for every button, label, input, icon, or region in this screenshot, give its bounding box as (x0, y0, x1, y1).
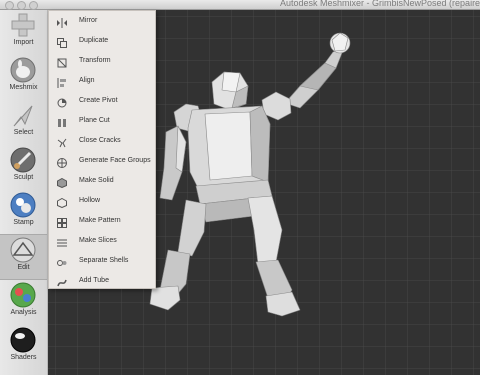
meshmix-bunny-icon (10, 57, 36, 83)
menu-label: Mirror (79, 17, 98, 24)
toolbar-analysis[interactable]: Analysis (0, 280, 47, 324)
plane-cut-icon (58, 119, 66, 127)
menu-label: Add Tube (79, 277, 109, 284)
menu-item-create-pivot[interactable]: Create Pivot (49, 93, 155, 113)
menu-label: Create Pivot (79, 97, 118, 104)
menu-label: Align (79, 77, 95, 84)
toolbar-meshmix[interactable]: Meshmix (0, 55, 47, 99)
zoom-window-button[interactable] (29, 1, 38, 10)
stamp-icon (10, 192, 36, 218)
toolbar-edit[interactable]: Edit (0, 234, 47, 280)
toolbar-label-analysis: Analysis (10, 309, 37, 316)
menu-label: Duplicate (79, 37, 109, 44)
menu-label: Transform (79, 57, 111, 64)
minimize-window-button[interactable] (17, 1, 26, 10)
face-groups-icon (57, 158, 67, 168)
title-bar: Autodesk Meshmixer - GrimbisNewPosed (re… (0, 0, 480, 10)
menu-item-generate-face-groups[interactable]: Generate Face Groups (49, 153, 155, 173)
toolbar-import[interactable]: Import (0, 10, 47, 54)
menu-label: Close Cracks (79, 137, 121, 144)
close-window-button[interactable] (5, 1, 14, 10)
menu-item-duplicate[interactable]: Duplicate (49, 33, 155, 53)
select-arrow-icon (13, 105, 33, 127)
shells-icon (57, 260, 67, 266)
menu-item-make-pattern[interactable]: Make Pattern (49, 213, 155, 233)
menu-label: Make Pattern (79, 217, 121, 224)
toolbar-label-stamp: Stamp (13, 219, 34, 226)
menu-item-make-solid[interactable]: Make Solid (49, 173, 155, 193)
toolbar-label-shaders: Shaders (10, 354, 37, 361)
menu-item-make-slices[interactable]: Make Slices (49, 233, 155, 253)
menu-item-mirror[interactable]: Mirror (49, 13, 155, 33)
menu-label: Make Slices (79, 237, 117, 244)
pattern-icon (57, 218, 67, 228)
menu-item-hollow[interactable]: Hollow (49, 193, 155, 213)
menu-item-transform[interactable]: Transform (49, 53, 155, 73)
shaders-sphere-icon (10, 327, 36, 353)
slices-icon (57, 239, 67, 247)
make-solid-icon (57, 178, 67, 188)
menu-label: Separate Shells (79, 257, 129, 264)
align-icon (57, 78, 66, 88)
pivot-icon (57, 98, 67, 108)
toolbar-label-edit: Edit (17, 264, 30, 271)
menu-item-add-tube[interactable]: Add Tube (49, 273, 155, 293)
menu-label: Hollow (79, 197, 101, 204)
toolbar-sculpt[interactable]: Sculpt (0, 145, 47, 189)
toolbar-label-sculpt: Sculpt (13, 174, 34, 181)
sculpt-brush-icon (10, 147, 36, 173)
mirror-icon (57, 18, 67, 28)
hollow-icon (57, 198, 67, 208)
toolbar-select[interactable]: Select (0, 100, 47, 144)
import-plus-icon (11, 13, 35, 37)
tube-icon (57, 279, 67, 287)
duplicate-icon (57, 38, 67, 48)
edit-menu: Mirror Duplicate Transform Align Create … (48, 10, 156, 289)
toolbar-label-meshmix: Meshmix (9, 84, 38, 91)
menu-label: Generate Face Groups (79, 157, 151, 164)
menu-item-close-cracks[interactable]: Close Cracks (49, 133, 155, 153)
menu-label: Plane Cut (79, 117, 110, 124)
menu-item-align[interactable]: Align (49, 73, 155, 93)
toolbar-stamp[interactable]: Stamp (0, 190, 47, 234)
window-title: Autodesk Meshmixer - GrimbisNewPosed (re… (280, 0, 480, 8)
transform-icon (57, 58, 67, 68)
menu-item-separate-shells[interactable]: Separate Shells (49, 253, 155, 273)
main-toolbar: Import Meshmix Select Sculpt Stamp Edit … (0, 10, 48, 375)
close-cracks-icon (57, 138, 67, 148)
toolbar-label-import: Import (13, 39, 34, 46)
edit-icon (10, 237, 36, 263)
toolbar-shaders[interactable]: Shaders (0, 325, 47, 369)
toolbar-label-select: Select (13, 129, 34, 136)
analysis-icon (10, 282, 36, 308)
menu-label: Make Solid (79, 177, 114, 184)
menu-item-plane-cut[interactable]: Plane Cut (49, 113, 155, 133)
